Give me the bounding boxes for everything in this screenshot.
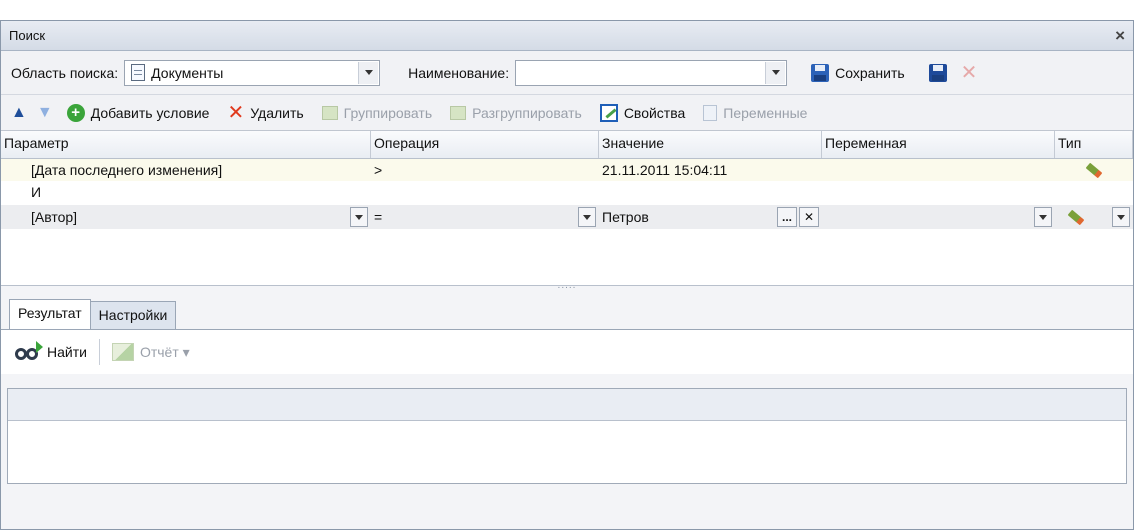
chevron-down-icon[interactable] <box>1112 207 1130 227</box>
report-button[interactable]: Отчёт ▾ <box>108 338 194 366</box>
chevron-down-icon[interactable] <box>765 61 786 84</box>
delete-icon: ✕ <box>227 101 245 124</box>
tab-settings[interactable]: Настройки <box>89 301 177 329</box>
search-area-select[interactable]: Документы <box>124 59 381 86</box>
save-icon <box>811 63 830 82</box>
delete-label: Удалить <box>250 104 304 121</box>
result-tabs: Результат Настройки <box>1 296 1133 330</box>
search-area-value: Документы <box>151 64 224 81</box>
operation-value: = <box>374 209 383 225</box>
report-label: Отчёт ▾ <box>139 343 190 360</box>
operation-cell[interactable]: > <box>371 159 599 181</box>
properties-label: Свойства <box>623 104 686 121</box>
find-button[interactable]: Найти <box>11 338 91 366</box>
search-window: Поиск × Область поиска: Документы Наимен… <box>0 20 1134 530</box>
variables-icon <box>703 104 718 121</box>
table-row[interactable]: И <box>1 181 1133 203</box>
move-down-icon[interactable]: ▼ <box>37 104 53 121</box>
conditions-grid: Параметр Операция Значение Переменная Ти… <box>1 131 1133 291</box>
toolbar-divider <box>98 339 100 365</box>
variables-button[interactable]: Переменные <box>699 99 811 127</box>
condition-toolbar: ▲ ▼ + Добавить условие ✕ Удалить Группир… <box>1 95 1133 131</box>
table-row[interactable]: [Автор] = Петров ... ✕ <box>1 205 1133 229</box>
chevron-down-icon[interactable] <box>358 61 379 84</box>
param-cell[interactable]: [Дата последнего изменения] <box>1 159 371 181</box>
move-up-icon[interactable]: ▲ <box>11 104 27 121</box>
variable-cell[interactable] <box>822 205 1055 229</box>
chevron-down-icon[interactable] <box>1034 207 1052 227</box>
title-bar: Поиск × <box>1 21 1133 51</box>
value-cell[interactable]: 21.11.2011 15:04:11 <box>599 159 822 181</box>
chart-icon <box>111 343 134 361</box>
binoculars-icon <box>15 341 43 363</box>
name-label: Наименование: <box>408 64 510 81</box>
add-condition-button[interactable]: + Добавить условие <box>63 99 214 127</box>
ellipsis-button[interactable]: ... <box>777 207 797 227</box>
variable-cell[interactable] <box>822 159 1055 181</box>
search-area-row: Область поиска: Документы Наименование: … <box>1 51 1133 95</box>
results-grid-header <box>8 389 1126 421</box>
clear-button[interactable]: ✕ <box>957 59 982 87</box>
type-cell[interactable] <box>1055 159 1133 181</box>
save-as-icon <box>928 63 947 82</box>
chevron-down-icon[interactable] <box>578 207 596 227</box>
column-header[interactable]: Параметр <box>1 131 371 158</box>
name-select[interactable] <box>515 59 788 86</box>
document-icon <box>131 64 146 81</box>
table-row[interactable]: [Дата последнего изменения] > 21.11.2011… <box>1 159 1133 181</box>
operation-cell[interactable]: = <box>371 205 599 229</box>
pencil-icon <box>1085 162 1103 178</box>
search-area-label: Область поиска: <box>11 64 119 81</box>
results-grid <box>7 388 1127 484</box>
group-label: Группировать <box>343 104 433 121</box>
logic-operator-cell[interactable]: И <box>1 181 371 203</box>
add-condition-label: Добавить условие <box>90 104 210 121</box>
close-icon[interactable]: × <box>1115 26 1125 46</box>
column-header[interactable]: Операция <box>371 131 599 158</box>
param-cell[interactable]: [Автор] <box>1 205 371 229</box>
ungroup-label: Разгруппировать <box>472 104 582 121</box>
result-toolbar: Найти Отчёт ▾ <box>1 330 1133 374</box>
param-value: [Автор] <box>31 209 78 225</box>
find-label: Найти <box>47 344 87 360</box>
delete-button[interactable]: ✕ Удалить <box>223 99 307 127</box>
window-title: Поиск <box>9 28 46 43</box>
plus-icon: + <box>66 103 85 122</box>
ungroup-button[interactable]: Разгруппировать <box>446 99 586 127</box>
value-text: Петров <box>602 209 649 225</box>
value-cell[interactable]: Петров ... ✕ <box>599 205 822 229</box>
splitter-handle[interactable]: ..... <box>1 280 1133 291</box>
save-as-button[interactable] <box>925 59 951 87</box>
column-header[interactable]: Переменная <box>822 131 1055 158</box>
tab-result[interactable]: Результат <box>9 299 91 329</box>
pencil-icon <box>1067 209 1085 225</box>
properties-icon <box>599 103 618 122</box>
group-button[interactable]: Группировать <box>318 99 436 127</box>
chevron-down-icon[interactable] <box>350 207 368 227</box>
column-header[interactable]: Тип <box>1055 131 1133 158</box>
ungroup-icon <box>450 105 467 120</box>
clear-value-button[interactable]: ✕ <box>799 207 819 227</box>
type-cell[interactable] <box>1055 205 1133 229</box>
column-header[interactable]: Значение <box>599 131 822 158</box>
save-button[interactable]: Сохранить <box>807 59 909 87</box>
variables-label: Переменные <box>723 104 808 121</box>
save-label: Сохранить <box>835 64 905 81</box>
properties-button[interactable]: Свойства <box>596 99 689 127</box>
group-icon <box>321 105 338 120</box>
delete-icon: ✕ <box>960 62 978 84</box>
grid-header: Параметр Операция Значение Переменная Ти… <box>1 131 1133 159</box>
